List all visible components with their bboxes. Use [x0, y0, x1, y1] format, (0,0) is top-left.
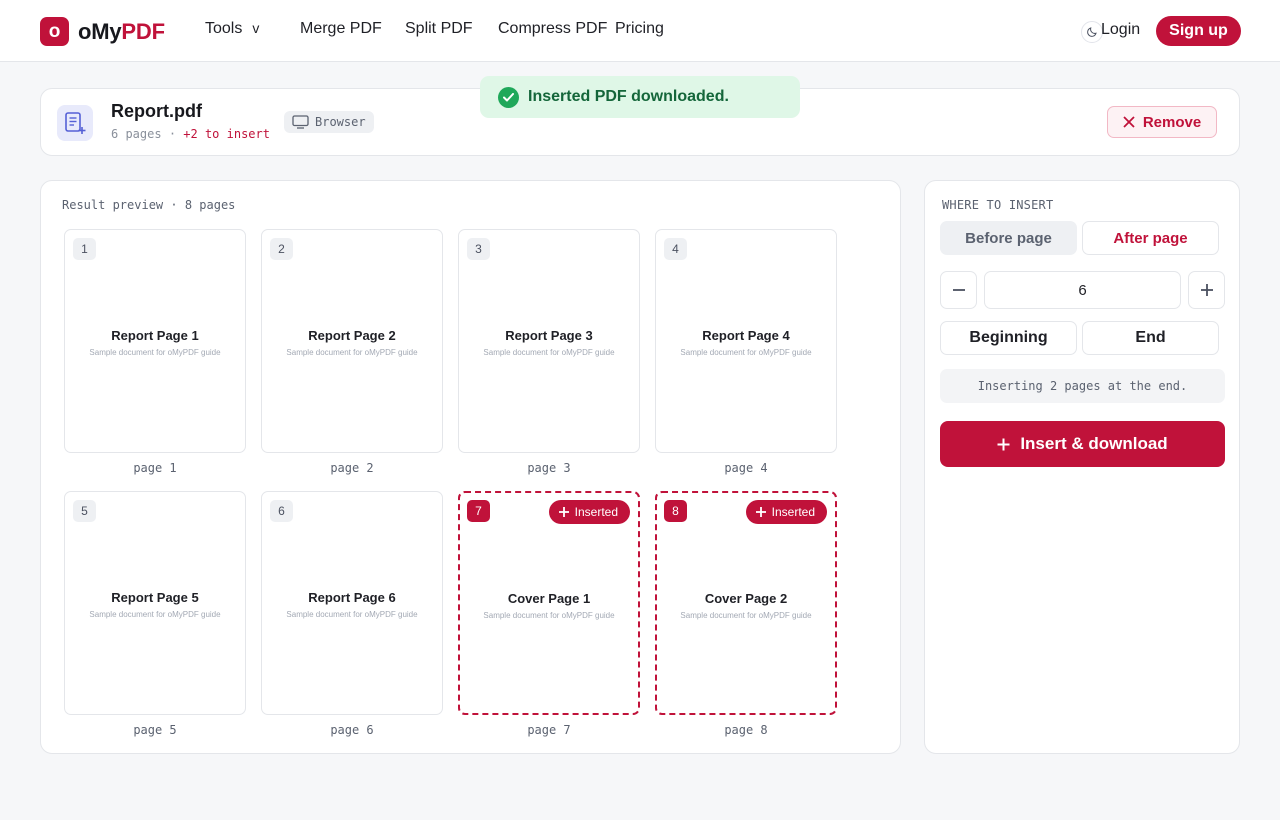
sign-up-button[interactable]: Sign up: [1156, 16, 1241, 46]
nav-tools-menu[interactable]: Tools v: [205, 20, 259, 38]
login-link[interactable]: Login: [1101, 21, 1140, 39]
page-caption: page 3: [527, 461, 571, 475]
page-caption: page 4: [724, 461, 768, 475]
inserted-badge-label: Inserted: [574, 505, 618, 519]
page-caption: page 2: [330, 461, 374, 475]
check-circle-icon: [498, 86, 519, 108]
page-subtitle: Sample document for oMyPDF guide: [680, 348, 812, 357]
page-subtitle: Sample document for oMyPDF guide: [286, 610, 418, 619]
chevron-down-icon: v: [252, 20, 260, 36]
page-caption: page 6: [330, 723, 374, 737]
page-number-badge: 2: [270, 238, 293, 260]
page-heading: Report Page 1: [111, 328, 199, 343]
page-heading: Report Page 6: [308, 590, 396, 605]
insert-options-label: WHERE TO INSERT: [942, 198, 1054, 212]
toast-message: Inserted PDF downloaded.: [528, 88, 729, 105]
end-button[interactable]: End: [1082, 321, 1219, 355]
before-page-toggle[interactable]: Before page: [940, 221, 1077, 255]
page-number-badge: 8: [664, 500, 687, 522]
plus-icon: [558, 507, 569, 517]
plus-icon: [755, 507, 766, 517]
plus-icon: [997, 438, 1010, 450]
page-number-badge: 1: [73, 238, 96, 260]
source-tag: Browser: [284, 111, 374, 133]
inserted-badge: Inserted: [548, 500, 630, 524]
insert-status-text: Inserting 2 pages at the end.: [940, 369, 1225, 403]
remove-file-button[interactable]: Remove: [1107, 106, 1217, 138]
inserted-badge-label: Inserted: [771, 505, 815, 519]
page-number-badge: 7: [467, 500, 490, 522]
plus-icon: [1200, 284, 1213, 296]
brand-name: oMyPDF: [78, 19, 165, 45]
file-page-count: 6 pages: [111, 127, 162, 141]
logo[interactable]: o oMyPDF: [40, 17, 165, 46]
minus-icon: [952, 289, 965, 291]
insert-count: +2 to insert: [183, 127, 270, 141]
inserted-page-thumbnail[interactable]: 8 Inserted Cover Page 2 Sample document for…: [655, 491, 837, 715]
inserted-page-thumbnail[interactable]: 7 Inserted Cover Page 1 Sample document for…: [458, 491, 640, 715]
page-heading: Report Page 4: [702, 328, 790, 343]
page-thumbnail[interactable]: 6 Report Page 6 Sample document for oMyPDF…: [261, 491, 443, 715]
page-number-badge: 4: [664, 238, 687, 260]
nav-split-pdf[interactable]: Split PDF: [405, 20, 473, 38]
check-icon: [503, 92, 514, 101]
page-number-badge: 5: [73, 500, 96, 522]
document-add-icon-glyph: [65, 112, 86, 134]
page-number-input[interactable]: [984, 271, 1181, 309]
close-icon: [1123, 116, 1135, 128]
result-preview-panel: Result preview · 8 pages 1 Report Page 1 S…: [40, 180, 901, 754]
page-thumbnail[interactable]: 3 Report Page 3 Sample document for oMyPDF…: [458, 229, 640, 453]
success-toast: Inserted PDF downloaded.: [480, 76, 800, 118]
after-page-toggle[interactable]: After page: [1082, 221, 1219, 255]
nav-compress-pdf[interactable]: Compress PDF: [498, 20, 607, 38]
page-subtitle: Sample document for oMyPDF guide: [286, 348, 418, 357]
insert-and-download-button[interactable]: Insert & download: [940, 421, 1225, 467]
page-caption: page 5: [133, 723, 177, 737]
brand-name-prefix: oMy: [78, 18, 122, 44]
meta-separator: ·: [168, 127, 177, 141]
page-heading: Report Page 3: [505, 328, 593, 343]
page-thumbnail[interactable]: 4 Report Page 4 Sample document for oMyPDF…: [655, 229, 837, 453]
insert-and-download-label: Insert & download: [1020, 434, 1168, 453]
nav-pricing[interactable]: Pricing: [615, 20, 664, 38]
page-number-badge: 3: [467, 238, 490, 260]
page-caption: page 8: [724, 723, 768, 737]
page-heading: Report Page 2: [308, 328, 396, 343]
page-subtitle: Sample document for oMyPDF guide: [89, 610, 221, 619]
monitor-icon: [292, 115, 309, 129]
page-subtitle: Sample document for oMyPDF guide: [89, 348, 221, 357]
nav-tools-label: Tools: [205, 20, 243, 37]
page-subtitle: Sample document for oMyPDF guide: [483, 611, 615, 620]
increment-page-button[interactable]: [1188, 271, 1225, 309]
moon-icon-glyph: [1087, 27, 1097, 37]
source-tag-label: Browser: [315, 115, 366, 129]
logo-mark: o: [40, 17, 69, 46]
brand-name-accent: PDF: [121, 18, 165, 44]
page-subtitle: Sample document for oMyPDF guide: [483, 348, 615, 357]
page-heading: Report Page 5: [111, 590, 199, 605]
moon-icon[interactable]: [1081, 21, 1103, 43]
file-name: Report.pdf: [111, 101, 202, 121]
nav-merge-pdf[interactable]: Merge PDF: [300, 20, 382, 38]
inserted-badge: Inserted: [745, 500, 827, 524]
page-thumbnail[interactable]: 1 Report Page 1 Sample document for oMyPDF…: [64, 229, 246, 453]
page-thumbnail[interactable]: 5 Report Page 5 Sample document for oMyPDF…: [64, 491, 246, 715]
preview-title: Result preview · 8 pages: [62, 198, 236, 212]
page-heading: Cover Page 1: [507, 591, 591, 606]
remove-file-label: Remove: [1142, 113, 1202, 131]
beginning-button[interactable]: Beginning: [940, 321, 1077, 355]
insert-options-panel: WHERE TO INSERT Before page After page B…: [924, 180, 1240, 754]
top-navigation-bar: o oMyPDF Tools v Merge PDF Split PDF Comp…: [0, 0, 1280, 62]
document-add-icon: [57, 105, 93, 141]
file-meta: 6 pages · +2 to insert: [111, 127, 270, 141]
page-caption: page 7: [527, 723, 571, 737]
page-heading: Cover Page 2: [704, 591, 788, 606]
page-caption: page 1: [133, 461, 177, 475]
page-subtitle: Sample document for oMyPDF guide: [680, 611, 812, 620]
page-number-badge: 6: [270, 500, 293, 522]
page-thumbnail[interactable]: 2 Report Page 2 Sample document for oMyPDF…: [261, 229, 443, 453]
decrement-page-button[interactable]: [940, 271, 977, 309]
